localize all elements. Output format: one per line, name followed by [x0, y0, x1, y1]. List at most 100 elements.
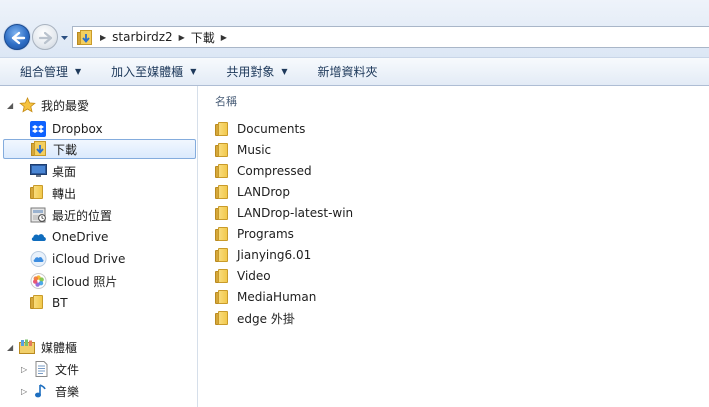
address-bar-region: ▶ starbirdz2 ▶ 下載 ▶ — [0, 0, 709, 57]
folder-icon — [215, 142, 232, 158]
dropbox-icon — [30, 121, 47, 137]
file-row[interactable]: Jianying6.01 — [215, 245, 311, 265]
breadcrumb-downloads[interactable]: 下載 — [191, 29, 215, 46]
forward-button[interactable] — [32, 24, 58, 50]
nav-favorites-label: 我的最愛 — [41, 98, 90, 113]
file-row[interactable]: edge 外掛 — [215, 308, 295, 328]
collapse-icon[interactable]: ◢ — [7, 101, 19, 110]
file-name: Compressed — [237, 164, 312, 178]
libraries-icon — [19, 339, 36, 355]
navigation-pane: ◢ 我的最愛 Dropbox 下載 桌面 轉出 最近的位置 OneDrive i… — [0, 86, 198, 407]
nav-item-label: 桌面 — [52, 164, 77, 179]
include-in-library-button[interactable]: 加入至媒體櫃 ▼ — [103, 61, 204, 83]
star-icon — [19, 96, 36, 113]
nav-item-label: BT — [52, 296, 68, 310]
nav-item-bt[interactable]: BT — [0, 293, 197, 313]
nav-item-dropbox[interactable]: Dropbox — [0, 119, 197, 139]
folder-icon — [30, 185, 47, 201]
downloads-folder-icon — [31, 141, 48, 157]
nav-item-documents-library[interactable]: ▷ 文件 — [0, 359, 197, 379]
icloud-drive-icon — [30, 251, 47, 267]
file-row[interactable]: LANDrop — [215, 182, 290, 202]
chevron-down-icon: ▼ — [281, 67, 288, 76]
nav-item-label: 轉出 — [52, 186, 77, 201]
folder-icon — [215, 247, 232, 263]
nav-item-label: OneDrive — [52, 230, 109, 244]
nav-item-onedrive[interactable]: OneDrive — [0, 227, 197, 247]
collapse-icon[interactable]: ◢ — [7, 343, 19, 352]
nav-item-label: 文件 — [55, 362, 80, 377]
folder-icon — [215, 163, 232, 179]
share-with-button[interactable]: 共用對象 ▼ — [218, 61, 295, 83]
nav-item-label: 下載 — [53, 142, 78, 157]
nav-item-desktop[interactable]: 桌面 — [0, 161, 197, 181]
folder-icon — [215, 205, 232, 221]
back-button[interactable] — [4, 24, 30, 50]
nav-item-music-library[interactable]: ▷ 音樂 — [0, 381, 197, 401]
back-arrow-icon — [11, 31, 26, 45]
folder-icon — [215, 226, 232, 242]
file-name: Jianying6.01 — [237, 248, 312, 262]
recent-pages-dropdown-icon[interactable] — [60, 33, 69, 42]
column-header-name[interactable]: 名稱 — [215, 93, 237, 109]
file-name: edge 外掛 — [237, 311, 295, 326]
recent-places-icon — [30, 207, 47, 223]
music-library-icon — [33, 383, 50, 399]
expand-icon[interactable]: ▷ — [21, 387, 33, 396]
nav-favorites-header[interactable]: ◢ 我的最愛 — [0, 95, 197, 115]
downloads-folder-icon — [77, 29, 94, 45]
chevron-down-icon: ▼ — [75, 67, 82, 76]
chevron-down-icon: ▼ — [190, 67, 197, 76]
share-with-label: 共用對象 — [226, 65, 275, 79]
nav-item-export[interactable]: 轉出 — [0, 183, 197, 203]
icloud-photos-icon — [30, 273, 47, 289]
breadcrumb-separator-icon[interactable]: ▶ — [179, 33, 185, 42]
new-folder-label: 新增資料夾 — [317, 65, 378, 79]
nav-item-icloud-drive[interactable]: iCloud Drive — [0, 249, 197, 269]
organize-button[interactable]: 組合管理 ▼ — [12, 61, 89, 83]
file-name: LANDrop — [237, 185, 291, 199]
folder-icon — [30, 295, 47, 311]
file-row[interactable]: Video — [215, 266, 271, 286]
file-name: LANDrop-latest-win — [237, 206, 354, 220]
file-name: Video — [237, 269, 271, 283]
breadcrumb-starbirdz2[interactable]: starbirdz2 — [112, 30, 172, 44]
breadcrumb-separator-icon[interactable]: ▶ — [100, 33, 106, 42]
nav-item-label: 音樂 — [55, 384, 80, 399]
nav-item-label: iCloud 照片 — [52, 274, 118, 289]
forward-arrow-icon — [38, 31, 53, 45]
nav-item-label: iCloud Drive — [52, 252, 126, 266]
file-name: MediaHuman — [237, 290, 317, 304]
include-in-library-label: 加入至媒體櫃 — [111, 65, 184, 79]
nav-libraries-label: 媒體櫃 — [41, 340, 78, 355]
file-list-pane: 名稱 Documents Music Compressed LANDrop LANDro… — [199, 86, 709, 407]
new-folder-button[interactable]: 新增資料夾 — [310, 61, 386, 83]
nav-item-label: 最近的位置 — [52, 208, 113, 223]
folder-icon — [215, 184, 232, 200]
file-row[interactable]: Music — [215, 140, 271, 160]
file-name: Music — [237, 143, 272, 157]
nav-item-recent-places[interactable]: 最近的位置 — [0, 205, 197, 225]
address-box[interactable]: ▶ starbirdz2 ▶ 下載 ▶ — [72, 26, 709, 48]
desktop-icon — [30, 163, 47, 179]
expand-icon[interactable]: ▷ — [21, 365, 33, 374]
nav-item-icloud-photos[interactable]: iCloud 照片 — [0, 271, 197, 291]
nav-item-label: Dropbox — [52, 122, 103, 136]
folder-icon — [215, 268, 232, 284]
file-name: Documents — [237, 122, 306, 136]
folder-icon — [215, 121, 232, 137]
nav-libraries-header[interactable]: ◢ 媒體櫃 — [0, 337, 197, 357]
file-row[interactable]: LANDrop-latest-win — [215, 203, 353, 223]
folder-icon — [215, 310, 232, 326]
command-toolbar: 組合管理 ▼ 加入至媒體櫃 ▼ 共用對象 ▼ 新增資料夾 — [0, 57, 709, 86]
folder-icon — [215, 289, 232, 305]
file-row[interactable]: Documents — [215, 119, 305, 139]
file-row[interactable]: MediaHuman — [215, 287, 316, 307]
breadcrumb-separator-icon[interactable]: ▶ — [221, 33, 227, 42]
file-row[interactable]: Programs — [215, 224, 294, 244]
file-name: Programs — [237, 227, 294, 241]
organize-label: 組合管理 — [20, 65, 69, 79]
file-row[interactable]: Compressed — [215, 161, 312, 181]
nav-item-downloads[interactable]: 下載 — [3, 139, 196, 159]
onedrive-icon — [30, 229, 47, 245]
